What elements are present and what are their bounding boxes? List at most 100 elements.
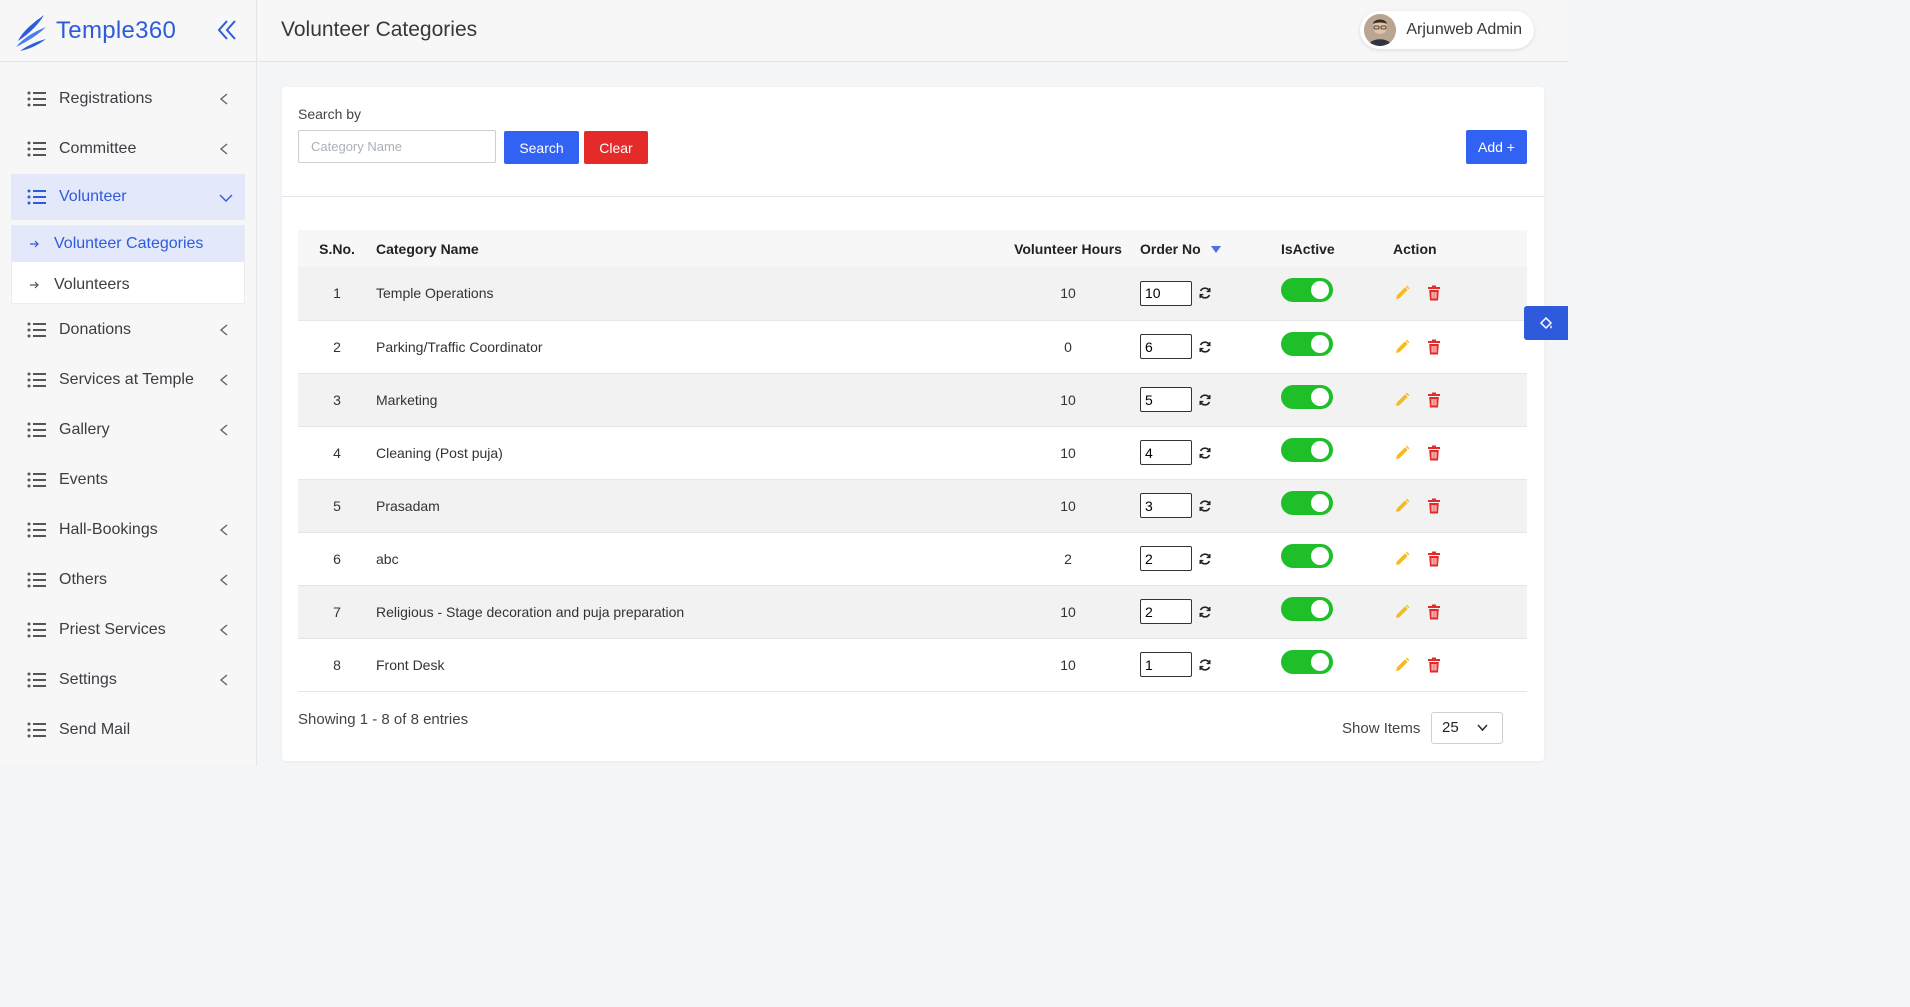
sidebar-item-gallery[interactable]: Gallery	[11, 405, 245, 455]
edit-pencil-icon[interactable]	[1393, 550, 1411, 568]
user-menu[interactable]: Arjunweb Admin	[1360, 11, 1534, 49]
search-button[interactable]: Search	[504, 131, 579, 164]
edit-pencil-icon[interactable]	[1393, 391, 1411, 409]
order-no-input[interactable]	[1140, 334, 1192, 359]
cell-order-no	[1140, 267, 1281, 321]
delete-trash-icon[interactable]	[1425, 497, 1443, 515]
sidebar-item-others[interactable]: Others	[11, 555, 245, 605]
list-icon	[27, 472, 46, 488]
edit-pencil-icon[interactable]	[1393, 497, 1411, 515]
delete-trash-icon[interactable]	[1425, 550, 1443, 568]
sidebar-item-label: Events	[59, 471, 108, 488]
sort-desc-icon[interactable]	[1210, 246, 1221, 254]
col-order-no[interactable]: Order No	[1140, 230, 1281, 267]
edit-pencil-icon[interactable]	[1393, 444, 1411, 462]
cell-volunteer-hours: 10	[996, 585, 1140, 639]
chevron-left-icon	[219, 424, 228, 436]
isactive-toggle[interactable]	[1281, 331, 1333, 356]
sidebar-item-label: Send Mail	[59, 721, 131, 738]
toggle-knob	[1311, 546, 1329, 565]
list-icon	[27, 372, 46, 388]
order-no-input[interactable]	[1140, 440, 1192, 465]
sidebar-item-committee[interactable]: Committee	[11, 124, 245, 174]
order-no-input[interactable]	[1140, 546, 1192, 571]
order-no-input[interactable]	[1140, 387, 1192, 412]
sidebar-item-donations[interactable]: Donations	[11, 305, 245, 355]
sidebar-item-settings[interactable]: Settings	[11, 655, 245, 705]
sidebar-subitem-volunteers[interactable]: Volunteers	[12, 267, 244, 303]
sidebar-nav: Registrations Committee Volunteer Volunteer…	[0, 62, 256, 755]
col-sno: S.No.	[298, 230, 376, 267]
chevron-left-icon	[219, 624, 228, 636]
brand: Temple360	[0, 0, 256, 62]
delete-trash-icon[interactable]	[1425, 338, 1443, 356]
sidebar-item-label: Gallery	[59, 421, 110, 438]
sidebar-item-label: Others	[59, 571, 108, 588]
refresh-icon[interactable]	[1198, 499, 1212, 513]
chevron-left-icon	[219, 93, 228, 105]
isactive-toggle[interactable]	[1281, 384, 1333, 409]
sidebar-item-events[interactable]: Events	[11, 455, 245, 505]
sidebar-item-hall-bookings[interactable]: Hall-Bookings	[11, 505, 245, 555]
user-name: Arjunweb Admin	[1406, 21, 1522, 38]
cell-category-name: Cleaning (Post puja)	[376, 426, 996, 480]
refresh-icon[interactable]	[1198, 393, 1212, 407]
refresh-icon[interactable]	[1198, 552, 1212, 566]
sidebar-item-label: Committee	[59, 140, 137, 157]
isactive-toggle[interactable]	[1281, 278, 1333, 303]
cell-category-name: abc	[376, 532, 996, 586]
toggle-knob	[1311, 281, 1329, 300]
content-card: Search by Search Clear Add + S.No. Categ…	[282, 87, 1544, 761]
delete-trash-icon[interactable]	[1425, 603, 1443, 621]
toggle-knob	[1311, 599, 1329, 618]
category-name-search-input[interactable]	[298, 130, 496, 163]
sidebar-item-send-mail[interactable]: Send Mail	[11, 705, 245, 755]
list-icon	[27, 622, 46, 638]
collapse-sidebar-icon[interactable]	[216, 18, 238, 42]
cell-order-no	[1140, 585, 1281, 639]
isactive-toggle[interactable]	[1281, 649, 1333, 674]
refresh-icon[interactable]	[1198, 605, 1212, 619]
table-row: 2 Parking/Traffic Coordinator 0	[298, 320, 1527, 374]
order-no-input[interactable]	[1140, 599, 1192, 624]
isactive-toggle[interactable]	[1281, 543, 1333, 568]
delete-trash-icon[interactable]	[1425, 284, 1443, 302]
order-no-input[interactable]	[1140, 280, 1192, 306]
sidebar-item-volunteer[interactable]: Volunteer	[11, 174, 245, 220]
order-no-input[interactable]	[1140, 493, 1192, 518]
refresh-icon[interactable]	[1198, 340, 1212, 354]
cell-isactive	[1281, 585, 1393, 639]
sidebar-item-priest-services[interactable]: Priest Services	[11, 605, 245, 655]
cell-order-no	[1140, 479, 1281, 533]
page-size-select[interactable]: 25	[1431, 712, 1503, 744]
edit-pencil-icon[interactable]	[1393, 338, 1411, 356]
chevron-left-icon	[219, 143, 228, 155]
delete-trash-icon[interactable]	[1425, 444, 1443, 462]
isactive-toggle[interactable]	[1281, 437, 1333, 462]
refresh-icon[interactable]	[1198, 446, 1212, 460]
list-icon	[27, 522, 46, 538]
isactive-toggle[interactable]	[1281, 596, 1333, 621]
table-row: 1 Temple Operations 10	[298, 267, 1527, 321]
cell-sno: 8	[298, 638, 376, 692]
theme-customizer-button[interactable]	[1524, 306, 1568, 340]
refresh-icon[interactable]	[1198, 658, 1212, 672]
sidebar-item-services-at-temple[interactable]: Services at Temple	[11, 355, 245, 405]
edit-pencil-icon[interactable]	[1393, 284, 1411, 302]
order-no-input[interactable]	[1140, 652, 1192, 677]
clear-button[interactable]: Clear	[584, 131, 648, 164]
isactive-toggle[interactable]	[1281, 490, 1333, 515]
edit-pencil-icon[interactable]	[1393, 656, 1411, 674]
add-button[interactable]: Add +	[1466, 130, 1527, 164]
page-size-value: 25	[1442, 719, 1459, 736]
toggle-knob	[1311, 440, 1329, 459]
user-avatar-icon	[1364, 14, 1397, 46]
delete-trash-icon[interactable]	[1425, 391, 1443, 409]
sidebar-subitem-volunteer-categories[interactable]: Volunteer Categories	[12, 226, 244, 262]
cell-volunteer-hours: 10	[996, 638, 1140, 692]
sidebar-item-registrations[interactable]: Registrations	[11, 74, 245, 124]
edit-pencil-icon[interactable]	[1393, 603, 1411, 621]
chevron-down-icon	[219, 194, 233, 202]
delete-trash-icon[interactable]	[1425, 656, 1443, 674]
refresh-icon[interactable]	[1198, 286, 1212, 300]
